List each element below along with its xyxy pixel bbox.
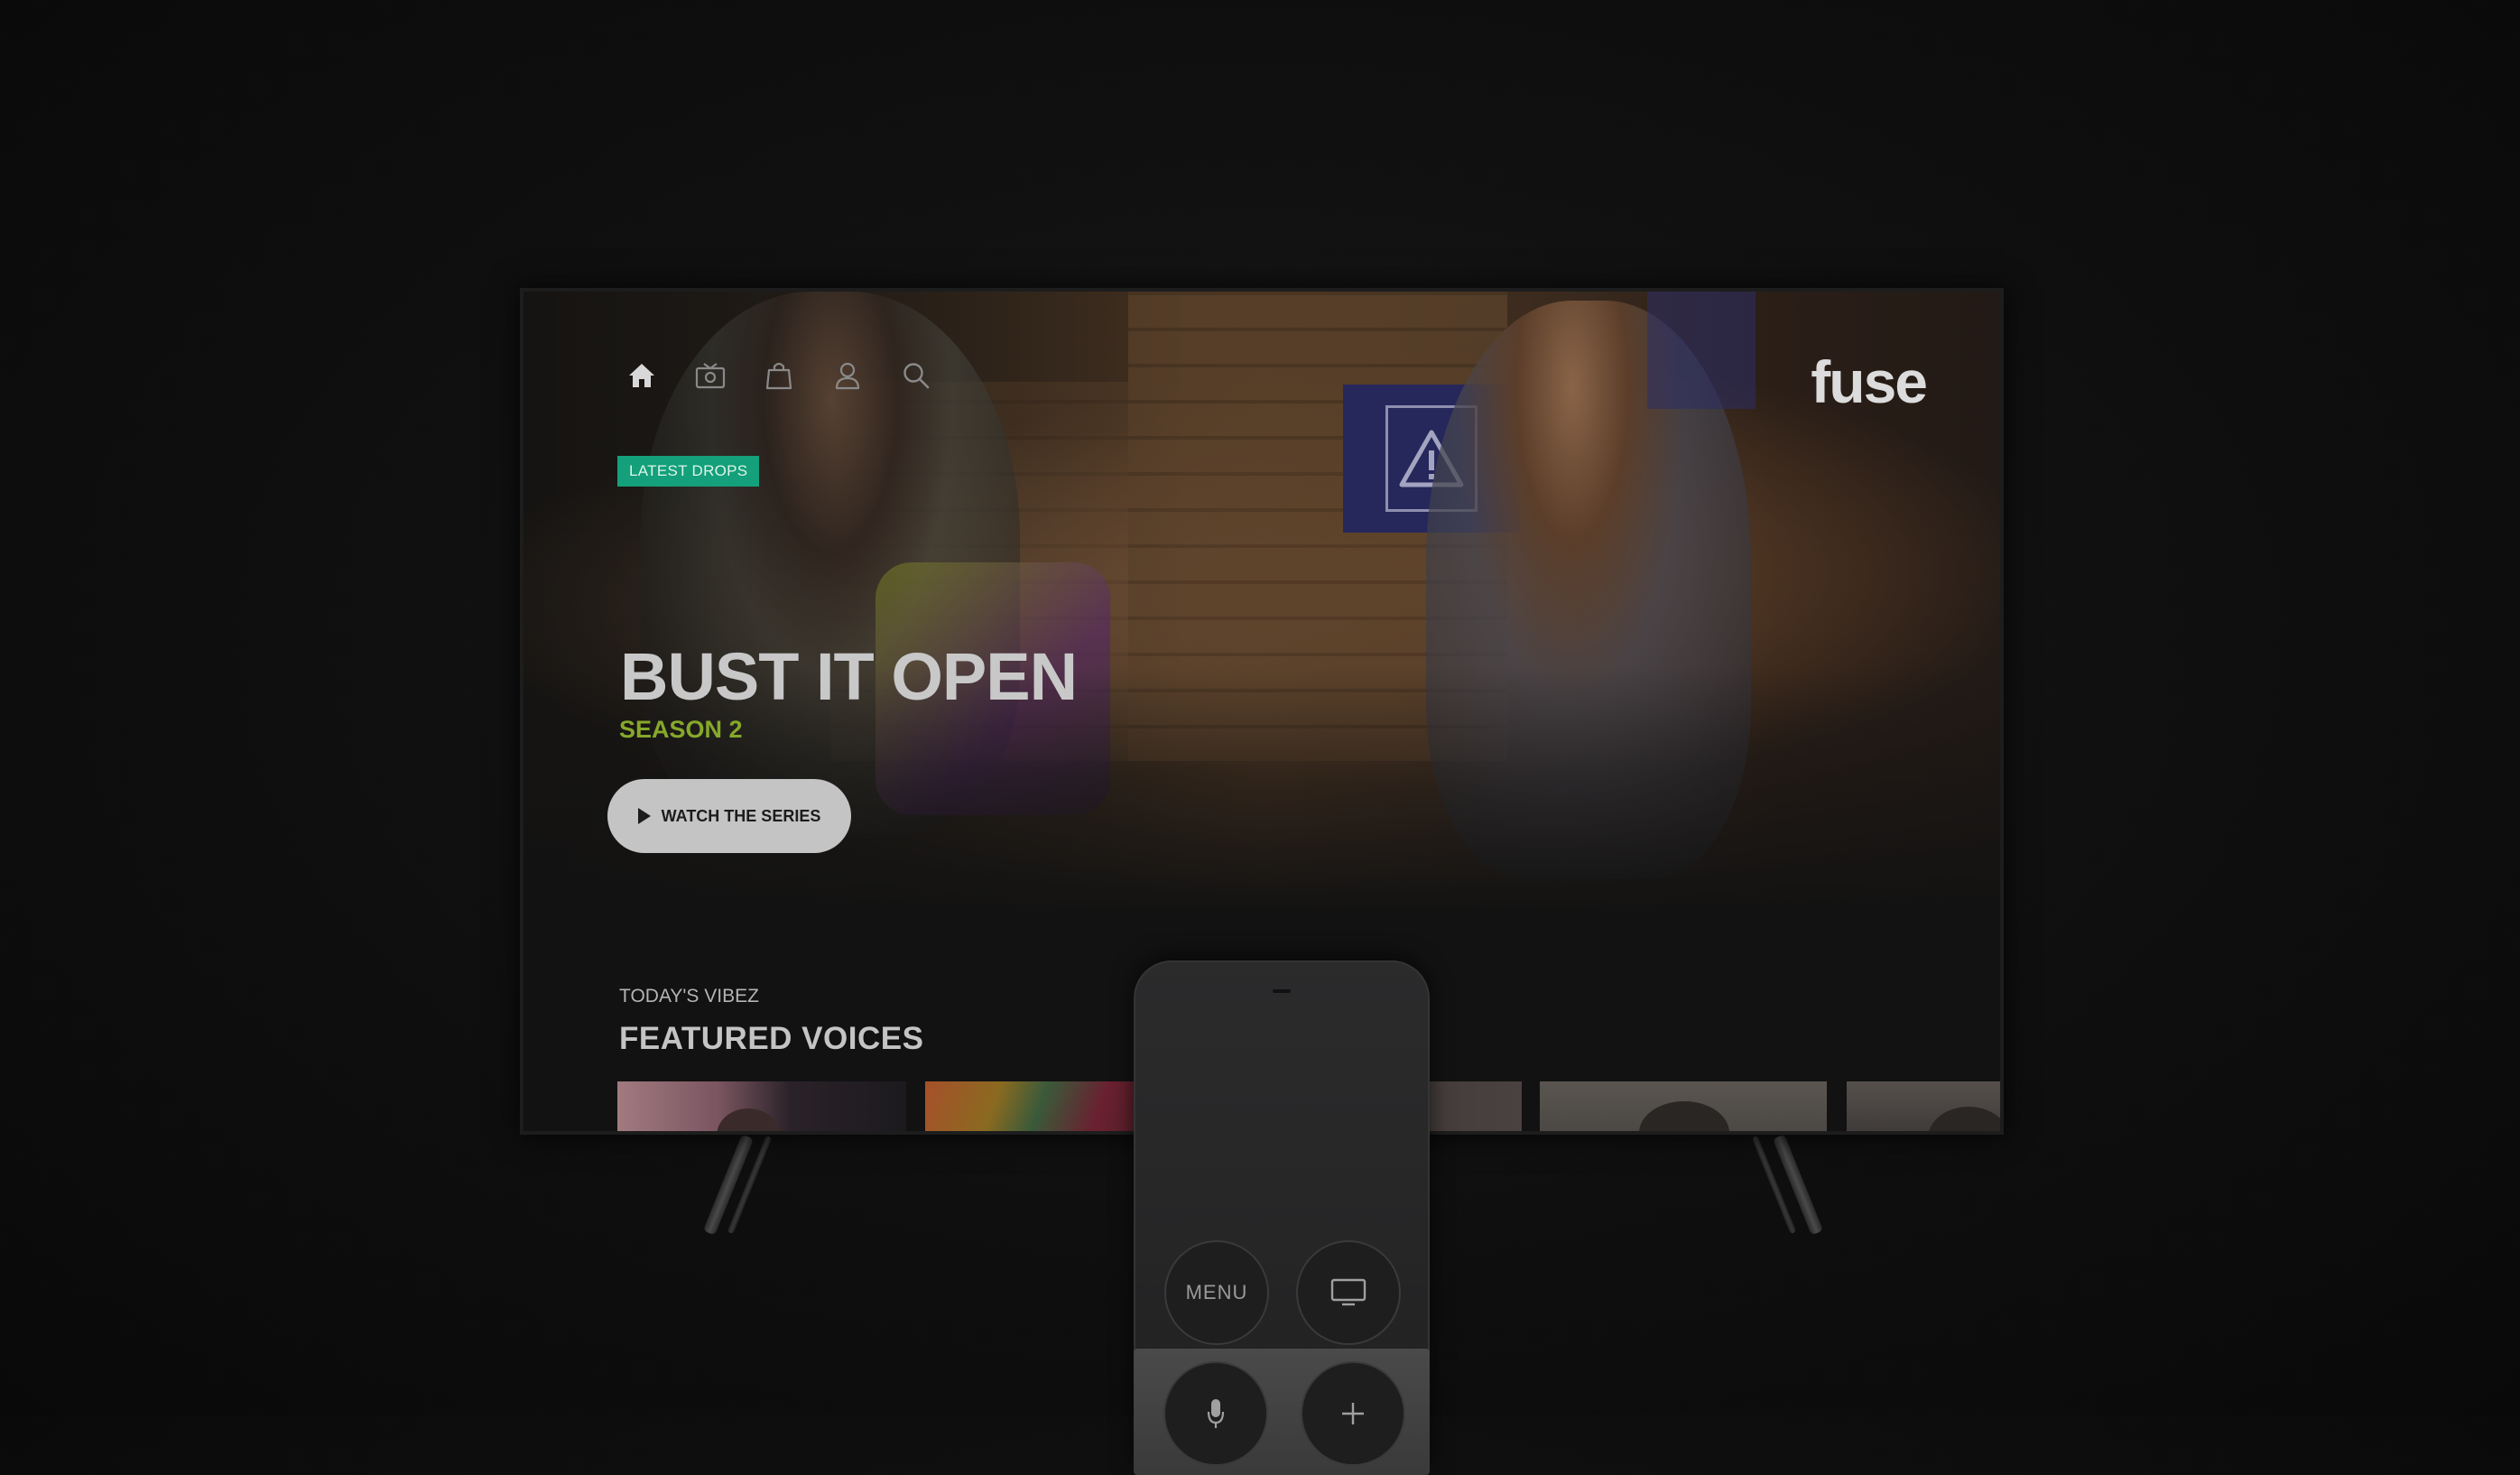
tv-camera-icon — [695, 363, 726, 389]
shopping-bag-icon — [765, 362, 792, 390]
fuse-logo: fuse — [1811, 348, 1928, 415]
hero-title: BUST IT OPEN — [620, 639, 1078, 714]
row-kicker: TODAY'S VIBEZ — [619, 986, 759, 1007]
tv-stand-leg-right — [1772, 1134, 1824, 1236]
remote-siri-button[interactable] — [1163, 1361, 1268, 1466]
user-icon — [835, 362, 860, 390]
nav-shop[interactable] — [760, 357, 798, 394]
microphone-icon — [1207, 1399, 1225, 1428]
search-icon — [903, 363, 930, 389]
latest-drops-badge: LATEST DROPS — [617, 456, 760, 487]
home-icon — [629, 364, 654, 387]
remote-lower-body — [1134, 1349, 1430, 1475]
tv-icon — [1330, 1278, 1367, 1306]
remote-mic-hole — [1273, 989, 1291, 993]
watch-the-series-label: WATCH THE SERIES — [661, 806, 821, 825]
nav-profile[interactable] — [829, 357, 866, 394]
row-title: FEATURED VOICES — [619, 1021, 924, 1056]
carousel-thumbnail[interactable] — [617, 1081, 906, 1131]
remote-volume-up-button[interactable] — [1301, 1361, 1405, 1466]
remote-tv-button[interactable] — [1296, 1240, 1401, 1345]
carousel-thumbnail[interactable] — [1540, 1081, 1827, 1131]
nav-home[interactable] — [623, 357, 661, 394]
hero-subtitle: SEASON 2 — [619, 716, 743, 743]
play-icon — [637, 808, 651, 824]
remote-menu-button[interactable]: MENU — [1164, 1240, 1269, 1345]
nav-search[interactable] — [897, 357, 935, 394]
nav-live[interactable] — [691, 357, 729, 394]
plus-icon — [1342, 1403, 1364, 1424]
top-navigation — [623, 357, 935, 394]
watch-the-series-button[interactable]: WATCH THE SERIES — [607, 779, 851, 853]
carousel-thumbnail[interactable] — [1847, 1081, 2000, 1131]
siri-remote: MENU — [1134, 960, 1430, 1475]
